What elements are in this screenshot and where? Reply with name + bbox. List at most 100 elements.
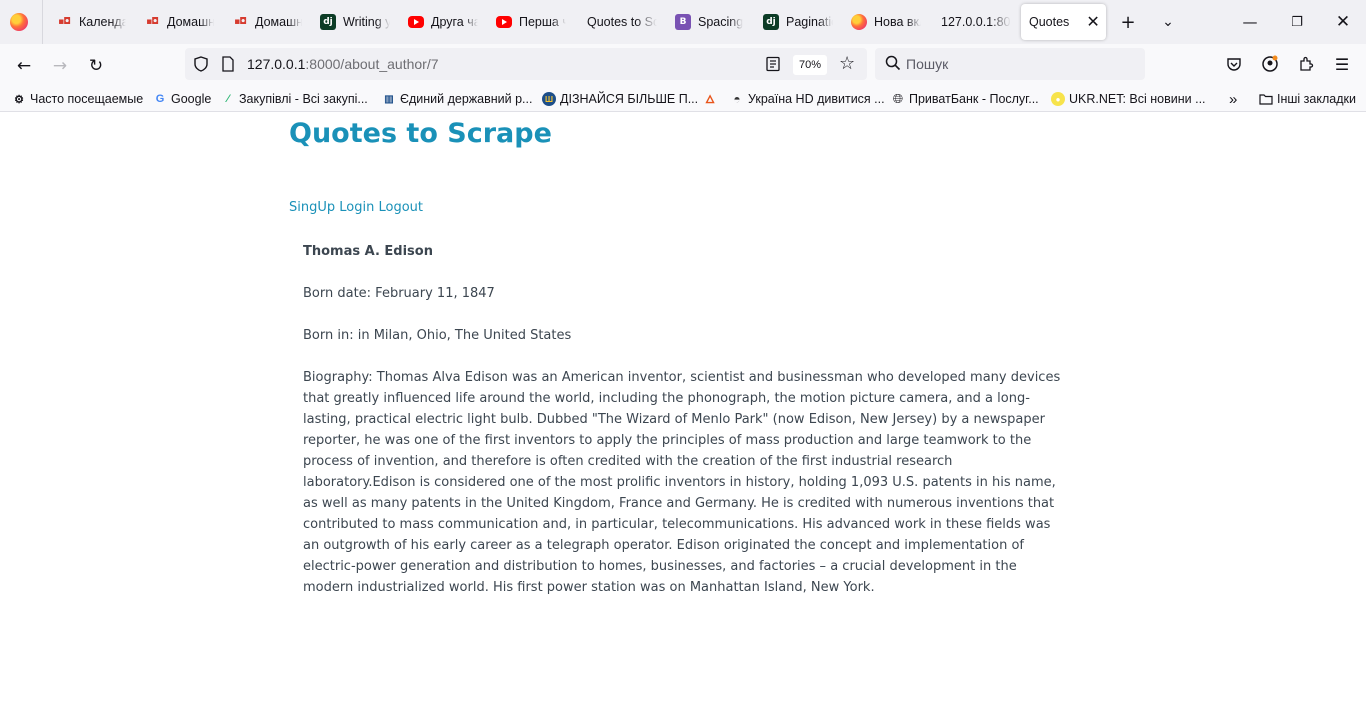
tab-label: Quotes to Scrape (587, 15, 657, 29)
gear-icon: ⚙ (14, 93, 24, 106)
tab-3[interactable]: ▪◘ Домашнє (224, 4, 310, 40)
tab-5[interactable]: Друга частина (400, 4, 486, 40)
tab-8[interactable]: B Spacing (667, 4, 753, 40)
tab-1[interactable]: ▪◘ Календар (48, 4, 134, 40)
other-bookmarks-folder[interactable]: Інші закладки (1259, 90, 1356, 108)
django-icon: dj (320, 14, 336, 30)
reload-icon[interactable]: ↻ (82, 52, 110, 80)
youtube-icon (408, 16, 424, 28)
tab-strip: ▪◘ Календар ▪◘ Домашнє ▪◘ Домашнє dj Wri… (0, 0, 1366, 44)
search-bar[interactable]: Пошук (875, 48, 1145, 80)
bookmark-label: Інші закладки (1277, 92, 1356, 106)
tab-2[interactable]: ▪◘ Домашнє (136, 4, 222, 40)
bookmark-label: ДІЗНАЙСЯ БІЛЬШЕ П... (560, 92, 699, 106)
folder-icon (1259, 94, 1273, 105)
prozorro-icon: ⁄ (227, 93, 229, 105)
bookmark-privatbank[interactable]: 🌐︎ ПриватБанк - Послуг... (891, 90, 1039, 108)
zoom-level-button[interactable]: 70% (793, 55, 827, 75)
ukrnet-icon: ● (1051, 92, 1065, 106)
tab-label: Writing your (343, 15, 390, 29)
tab-4[interactable]: dj Writing your (312, 4, 398, 40)
pocket-icon[interactable] (1224, 54, 1244, 74)
dom-icon: ▪◘ (58, 17, 71, 27)
address-bar[interactable]: 127.0.0.1:8000/about_author/7 70% ☆ (185, 48, 867, 80)
bookmark-google[interactable]: G Google (153, 90, 212, 108)
bookmark-registry[interactable]: ▥ Єдиний державний р... (382, 90, 532, 108)
tab-label: 127.0.0.1:8000 (941, 15, 1011, 29)
tab-active[interactable]: Quotes ✕ (1021, 4, 1106, 40)
minimize-icon[interactable]: — (1236, 8, 1264, 36)
bookmark-star-icon[interactable]: ☆ (839, 53, 855, 74)
auth-links: SingUp Login Logout (289, 200, 423, 215)
google-icon: G (155, 93, 165, 105)
django-icon: dj (763, 14, 779, 30)
author-biography: Biography: Thomas Alva Edison was an Ame… (303, 370, 1061, 595)
navigation-toolbar: ← → ↻ 127.0.0.1:8000/about_author/7 70% … (0, 44, 1366, 86)
search-icon (885, 55, 901, 71)
bookmarks-overflow-chevron-icon[interactable]: » (1229, 90, 1237, 108)
signup-link[interactable]: SingUp (289, 200, 335, 215)
tab-label: Календар (79, 15, 126, 29)
bookmark-label: UKR.NET: Всі новини ... (1069, 92, 1206, 106)
bookmarks-toolbar: ⚙ Часто посещаемые G Google ⁄ Закупівлі … (0, 86, 1366, 112)
bookmark-fox[interactable]: 🜂 (703, 90, 717, 108)
tab-label: Друга частина (431, 15, 478, 29)
author-details: Thomas A. Edison Born date: February 11,… (303, 241, 1065, 619)
bookmark-ukrnet[interactable]: ● UKR.NET: Всі новини ... (1051, 90, 1206, 108)
bookmark-emblem[interactable]: Ш ДІЗНАЙСЯ БІЛЬШЕ П... (542, 90, 698, 108)
tab-label: Нова вкладка (874, 15, 921, 29)
tab-11[interactable]: 127.0.0.1:8000 (933, 4, 1019, 40)
forward-arrow-icon[interactable]: → (46, 52, 74, 80)
tab-7[interactable]: Quotes to Scrape (579, 4, 665, 40)
logout-link[interactable]: Logout (378, 200, 423, 215)
url-text[interactable]: 127.0.0.1:8000/about_author/7 (247, 56, 439, 72)
hamburger-menu-icon[interactable]: ☰ (1332, 54, 1352, 74)
tab-10[interactable]: Нова вкладка (843, 4, 929, 40)
tab-label: Spacing (698, 15, 744, 29)
bookmark-label: Закупівлі - Всі закупі... (239, 92, 368, 106)
bookmark-label: Єдиний державний р... (400, 92, 533, 106)
bookmark-label: Часто посещаемые (30, 92, 144, 106)
reader-view-icon[interactable] (765, 56, 781, 72)
tab-9[interactable]: dj Pagination (755, 4, 841, 40)
extensions-icon[interactable] (1296, 54, 1316, 74)
restore-icon[interactable]: ❐ (1283, 8, 1311, 36)
dom-icon: ▪◘ (146, 17, 159, 27)
page-title[interactable]: Quotes to Scrape (289, 118, 552, 149)
dom-icon: ▪◘ (234, 17, 247, 27)
author-born-date: Born date: February 11, 1847 (303, 286, 495, 301)
tab-label: Домашнє (255, 15, 302, 29)
firefox-menu-icon[interactable] (10, 13, 28, 31)
search-input[interactable]: Пошук (906, 56, 948, 72)
youtube-icon (496, 16, 512, 28)
new-tab-icon[interactable]: + (1116, 10, 1140, 34)
bookmark-label: Україна HD дивитися ... (748, 92, 885, 106)
back-arrow-icon[interactable]: ← (10, 52, 38, 80)
firefox-icon (851, 14, 867, 30)
emblem-icon: Ш (542, 92, 556, 106)
list-tabs-chevron-icon[interactable]: ⌄ (1156, 10, 1180, 34)
tab-label: Pagination (786, 15, 833, 29)
bootstrap-icon: B (675, 14, 691, 30)
bookmark-most-visited[interactable]: ⚙ Часто посещаемые (12, 90, 143, 108)
bookmark-prozorro[interactable]: ⁄ Закупівлі - Всі закупі... (221, 90, 368, 108)
author-born-location: Born in: in Milan, Ohio, The United Stat… (303, 328, 572, 343)
tab-label: Quotes (1029, 15, 1070, 29)
tv-icon: ◓ (733, 92, 741, 106)
globe-icon: 🌐︎ (892, 91, 904, 106)
close-window-icon[interactable]: ✕ (1329, 8, 1357, 36)
login-link[interactable]: Login (339, 200, 374, 215)
bookmark-ukraine-hd[interactable]: ◓ Україна HD дивитися ... (730, 90, 885, 108)
tab-label: Домашнє (167, 15, 214, 29)
registry-icon: ▥ (384, 93, 394, 105)
fox-icon: 🜂 (705, 94, 715, 106)
tab-6[interactable]: Перша частина (488, 4, 574, 40)
bookmark-label: Google (171, 92, 212, 106)
bookmark-label: ПриватБанк - Послуг... (909, 92, 1039, 106)
close-tab-icon[interactable]: ✕ (1086, 12, 1099, 32)
tracking-shield-icon[interactable] (193, 56, 209, 72)
tab-label: Перша частина (519, 15, 566, 29)
account-icon[interactable] (1260, 54, 1280, 74)
page-info-icon[interactable] (221, 56, 235, 72)
author-name: Thomas A. Edison (303, 244, 433, 259)
